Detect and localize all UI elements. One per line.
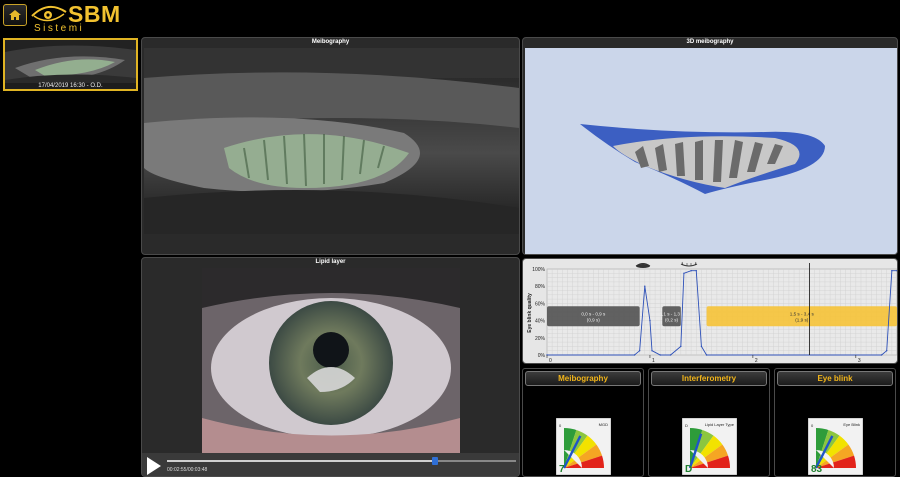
lipid-layer-video[interactable]	[202, 268, 460, 453]
summary-eye-blink-title[interactable]: Eye blink	[777, 371, 893, 386]
chart-x-ticks: 0 1 2 3	[546, 355, 861, 364]
chart-intervals: 0,0 s - 0,9 s(0,9 s) 1,1 s - 1,3 s(0,2 s)…	[547, 306, 897, 327]
x-tick-label: 2	[755, 358, 758, 364]
meibography-3d-model[interactable]	[525, 48, 897, 254]
blink-open-eye-icon	[635, 263, 651, 268]
blink-quality-point	[695, 270, 697, 272]
blink-quality-point	[896, 270, 897, 272]
x-tick-label: 0	[549, 358, 552, 364]
thumbnail-image	[5, 40, 136, 89]
meibography-panel: Meibography	[141, 37, 520, 255]
x-tick-label: 1	[652, 358, 655, 364]
y-tick-label: 0%	[538, 353, 546, 359]
summary-meibography: Meibography MGD 0 7	[522, 368, 644, 477]
blink-closed-eye-icon	[680, 261, 698, 267]
lipid-layer-panel: Lipid layer 00:02:55/00:03:48	[141, 257, 520, 477]
eye-blink-gauge: Eye Blink083	[808, 418, 863, 475]
blink-quality-point	[638, 350, 641, 352]
summary-meibography-title[interactable]: Meibography	[525, 371, 641, 386]
blink-quality-point	[705, 354, 708, 356]
gauge-label: Lipid Layer Type	[705, 422, 735, 427]
lipid-layer-title: Lipid layer	[315, 259, 346, 265]
meibography-image[interactable]	[144, 48, 519, 234]
gauge-label: Eye Blink	[843, 422, 860, 427]
meibography-3d-panel: 3D meibography	[522, 37, 898, 255]
video-transport: 00:02:55/00:03:48	[142, 453, 519, 476]
x-tick-label: 3	[858, 358, 861, 364]
interferometry-gauge: Lipid Layer Type D D	[682, 418, 737, 475]
blink-quality-point	[880, 354, 883, 356]
play-button[interactable]	[147, 457, 161, 475]
blink-quality-point	[633, 354, 636, 356]
blink-quality-point	[886, 350, 888, 352]
blink-quality-point	[644, 285, 646, 287]
interval-label: 1,1 s - 1,3 s	[660, 311, 685, 316]
seek-bar[interactable]	[167, 457, 516, 465]
gauge-scale-min: D	[685, 423, 688, 428]
blink-quality-point	[680, 345, 682, 348]
blink-quality-point	[669, 354, 672, 356]
gauge-label: MGD	[599, 422, 608, 427]
eye-blink-chart[interactable]: 0,0 s - 0,9 s(0,9 s) 1,1 s - 1,3 s(0,2 s)…	[523, 259, 898, 364]
y-tick-label: 80%	[535, 284, 546, 290]
y-tick-label: 20%	[535, 336, 546, 342]
logo-subtext: Sistemi	[34, 23, 85, 34]
summary-eye-blink: Eye blink Eye Blink 0 83	[774, 368, 896, 477]
interval-sublabel: (0,9 s)	[587, 317, 600, 322]
video-time: 00:02:55/00:03:48	[167, 467, 208, 473]
blink-quality-point	[700, 345, 703, 348]
y-tick-label: 100%	[532, 267, 545, 273]
y-tick-label: 40%	[535, 319, 546, 325]
blink-quality-point	[683, 272, 685, 274]
summary-interferometry: Interferometry Lipid Layer Type D D	[648, 368, 770, 477]
interval-label: 0,0 s - 0,9 s	[581, 311, 606, 316]
meibography-3d-title: 3D meibography	[686, 39, 734, 45]
eye-blink-chart-panel: 0,0 s - 0,9 s (0,9 s) 1,1 s - 1,3 s (0,2 s)…	[522, 258, 898, 364]
chart-y-ticks: 100% 80% 60% 40% 20% 0%	[532, 267, 545, 359]
seek-handle[interactable]	[431, 457, 438, 465]
blink-quality-point	[891, 270, 893, 272]
thumbnail-caption: 17/04/2019 16:30 - O.D.	[5, 83, 136, 89]
seek-progress	[167, 460, 435, 462]
chart-y-label: Eye blink quality	[527, 293, 533, 333]
brand-logo: SBM Sistemi	[30, 1, 130, 34]
blink-quality-point	[690, 270, 692, 272]
interval-label: 1,5 s - 3,4 s	[790, 311, 815, 316]
home-button[interactable]	[3, 4, 27, 26]
meibography-title: Meibography	[311, 39, 350, 45]
gauge-value: D	[685, 464, 692, 475]
exam-thumbnail[interactable]: 17/04/2019 16:30 - O.D.	[3, 38, 138, 91]
home-icon	[9, 10, 21, 20]
blink-quality-point	[651, 350, 653, 352]
y-tick-label: 60%	[535, 301, 546, 307]
interval-sublabel: (0,2 s)	[665, 317, 678, 322]
meibography-gauge: MGD07	[556, 418, 611, 475]
gauge-value: 7	[559, 464, 565, 475]
gauge-value: 83	[811, 464, 823, 475]
summary-interferometry-title[interactable]: Interferometry	[651, 371, 767, 386]
blink-quality-point	[659, 354, 661, 356]
blink-quality-point	[649, 319, 651, 322]
interval-sublabel: (1,9 s)	[795, 317, 808, 322]
